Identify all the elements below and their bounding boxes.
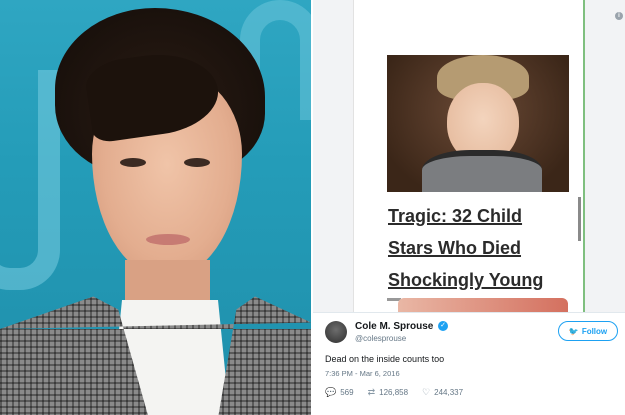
verified-icon: ✓ <box>438 321 448 331</box>
tweet-text: Dead on the inside counts too <box>325 354 445 364</box>
article-headline-line[interactable]: Shockingly Young <box>388 264 578 296</box>
portrait-photo <box>0 0 311 415</box>
reply-count: 569 <box>340 388 354 397</box>
follow-button[interactable]: 🐦 Follow <box>558 321 618 341</box>
backdrop-logo-shape <box>0 70 60 290</box>
avatar[interactable] <box>325 321 347 343</box>
twitter-bird-icon: 🐦 <box>568 326 579 336</box>
person-eye <box>184 158 210 167</box>
tweet-actions: 💬 569 ⇄ 126,858 ♡ 244,337 <box>325 387 463 398</box>
info-icon[interactable]: i <box>615 12 623 20</box>
article-headline[interactable]: Tragic: 32 Child Stars Who Died Shocking… <box>388 200 578 296</box>
follow-label: Follow <box>581 326 608 336</box>
embedded-article-preview[interactable]: Tragic: 32 Child Stars Who Died Shocking… <box>353 0 585 312</box>
reply-icon: 💬 <box>325 387 337 397</box>
article-scrollbar[interactable] <box>578 197 581 241</box>
like-count: 244,337 <box>434 388 464 397</box>
next-article-image[interactable] <box>398 298 568 312</box>
tweet-timestamp[interactable]: 7:36 PM - Mar 6, 2016 <box>325 369 400 378</box>
user-handle[interactable]: @colesprouse <box>355 334 406 343</box>
retweet-count: 126,858 <box>379 388 409 397</box>
like-action[interactable]: ♡ 244,337 <box>422 387 463 398</box>
article-headline-line[interactable]: Tragic: 32 Child <box>388 200 578 232</box>
tweet-screenshot: i Tragic: 32 Child Stars Who Died Shocki… <box>313 0 625 415</box>
person-mouth <box>146 234 190 245</box>
retweet-icon: ⇄ <box>367 387 376 397</box>
article-headline-line[interactable]: Stars Who Died <box>388 232 578 264</box>
retweet-action[interactable]: ⇄ 126,858 <box>368 387 408 398</box>
heart-icon: ♡ <box>422 387 431 397</box>
child-shirt <box>422 150 542 192</box>
tweet-card: Cole M. Sprouse ✓ @colesprouse 🐦 Follow … <box>313 312 625 415</box>
reply-action[interactable]: 💬 569 <box>325 387 354 398</box>
article-image[interactable] <box>387 55 569 192</box>
display-name[interactable]: Cole M. Sprouse <box>355 321 433 332</box>
person-eye <box>120 158 146 167</box>
